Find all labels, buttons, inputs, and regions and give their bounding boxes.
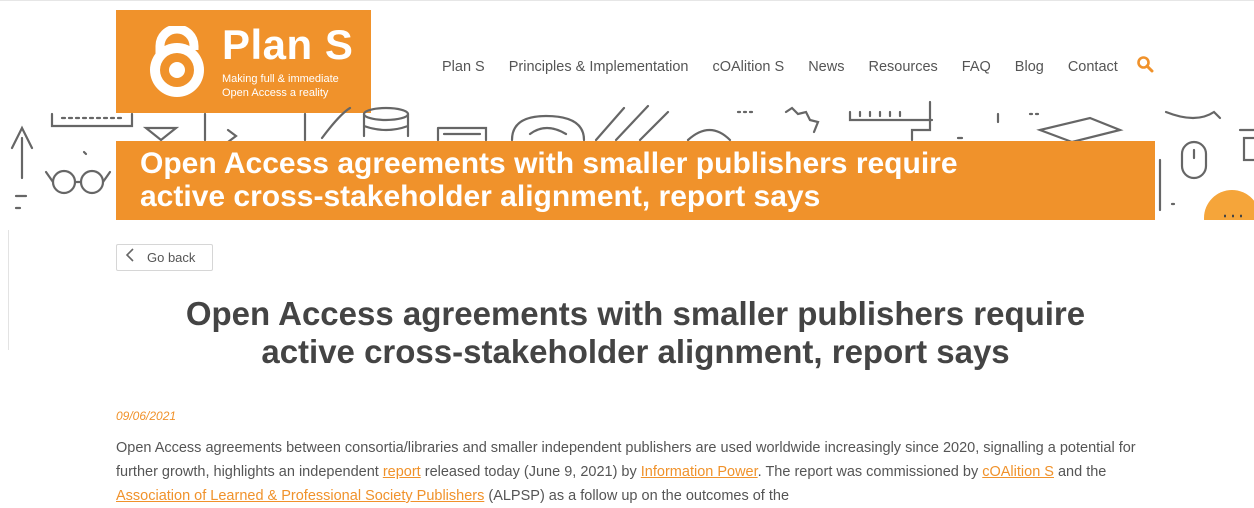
hero-title-line2: active cross-stakeholder alignment, repo… — [140, 180, 821, 213]
report-link[interactable]: report — [383, 464, 421, 480]
article-headline-line2: active cross-stakeholder alignment, repo… — [261, 333, 1010, 370]
logo-tagline-line1: Making full & immediate — [222, 73, 339, 85]
nav-item-blog[interactable]: Blog — [1015, 59, 1044, 75]
nav-item-coalition-s[interactable]: cOAlition S — [712, 59, 784, 75]
logo-title: Plan S — [222, 21, 354, 68]
hero-title-box: Open Access agreements with smaller publ… — [116, 141, 1155, 220]
chevron-left-icon — [125, 248, 135, 267]
alpsp-link[interactable]: Association of Learned & Professional So… — [116, 488, 484, 504]
article-headline: Open Access agreements with smaller publ… — [116, 295, 1155, 371]
top-border — [0, 0, 1254, 1]
nav-item-principles[interactable]: Principles & Implementation — [509, 59, 689, 75]
logo-tagline-line2: Open Access a reality — [222, 87, 329, 99]
nav-item-contact[interactable]: Contact — [1068, 59, 1118, 75]
paragraph-text: . The report was commissioned by — [757, 464, 983, 480]
logo-tagline: Making full & immediate Open Access a re… — [222, 72, 339, 100]
article-paragraph: Open Access agreements between consortia… — [116, 436, 1146, 508]
coalition-s-link[interactable]: cOAlition S — [982, 464, 1054, 480]
left-edge-line — [8, 230, 9, 350]
open-access-lock-icon — [150, 26, 204, 97]
nav-item-news[interactable]: News — [808, 59, 844, 75]
article-date: 09/06/2021 — [116, 409, 177, 423]
nav-item-faq[interactable]: FAQ — [962, 59, 991, 75]
paragraph-text: (ALPSP) as a follow up on the outcomes o… — [484, 488, 790, 504]
go-back-label: Go back — [147, 250, 196, 265]
article-headline-line1: Open Access agreements with smaller publ… — [185, 295, 1086, 332]
nav-item-resources[interactable]: Resources — [868, 59, 937, 75]
plan-s-logo[interactable]: Plan S Making full & immediate Open Acce… — [116, 10, 371, 113]
nav-item-plan-s[interactable]: Plan S — [442, 59, 485, 75]
search-icon[interactable] — [1136, 55, 1154, 78]
information-power-link[interactable]: Information Power — [641, 464, 758, 480]
main-nav: Plan S Principles & Implementation cOAli… — [442, 55, 1154, 78]
paragraph-text: and the — [1053, 464, 1107, 480]
go-back-button[interactable]: Go back — [116, 244, 213, 271]
paragraph-text: released today (June 9, 2021) by — [420, 464, 641, 480]
hero-title: Open Access agreements with smaller publ… — [140, 147, 958, 213]
hero-title-line1: Open Access agreements with smaller publ… — [140, 147, 958, 180]
